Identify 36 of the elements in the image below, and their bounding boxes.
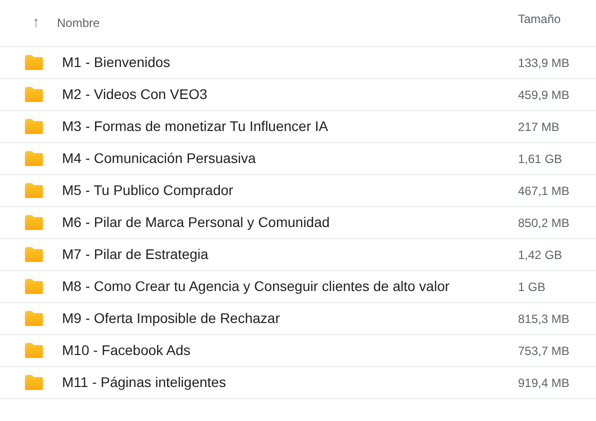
column-header[interactable]: Tamaño bbox=[518, 10, 596, 28]
folder-icon bbox=[25, 247, 43, 262]
folder-icon bbox=[25, 55, 43, 70]
folder-icon bbox=[25, 119, 43, 134]
folder-icon bbox=[25, 183, 43, 198]
folder-icon bbox=[25, 375, 43, 390]
file-size: 217 MB bbox=[518, 118, 560, 136]
folder-icon bbox=[25, 311, 43, 326]
folder-name[interactable]: M2 - Videos Con VEO3 bbox=[62, 84, 518, 105]
file-size: 850,2 MB bbox=[518, 214, 570, 232]
folder-name[interactable]: M3 - Formas de monetizar Tu Influencer IA bbox=[62, 116, 518, 137]
sort-icon[interactable]: ↑ bbox=[24, 12, 48, 34]
folder-icon bbox=[25, 343, 43, 358]
column-header[interactable]: Nombre bbox=[57, 14, 518, 32]
folder-icon bbox=[25, 87, 43, 102]
folder-name[interactable]: M11 - Páginas inteligentes bbox=[62, 372, 518, 393]
folder-icon bbox=[25, 151, 43, 166]
folder-name[interactable]: M7 - Pilar de Estrategia bbox=[62, 244, 518, 265]
file-size: 815,3 MB bbox=[518, 310, 570, 328]
folder-name[interactable]: M10 - Facebook Ads bbox=[62, 340, 518, 361]
folder-name[interactable]: M4 - Comunicación Persuasiva bbox=[62, 148, 518, 169]
file-size: 1 GB bbox=[518, 278, 546, 296]
folder-name[interactable]: M6 - Pilar de Marca Personal y Comunidad bbox=[62, 212, 518, 233]
folder-icon bbox=[25, 279, 43, 294]
file-size: 133,9 MB bbox=[518, 54, 570, 72]
file-size: 459,9 MB bbox=[518, 86, 570, 104]
folder-name[interactable]: M9 - Oferta Imposible de Rechazar bbox=[62, 308, 518, 329]
file-size: 467,1 MB bbox=[518, 182, 570, 200]
file-size: 753,7 MB bbox=[518, 342, 570, 360]
folder-icon bbox=[25, 215, 43, 230]
file-size: 919,4 MB bbox=[518, 374, 570, 392]
folder-name[interactable]: M8 - Como Crear tu Agencia y Conseguir clientes de alto valor bbox=[62, 276, 518, 297]
folder-name[interactable]: M5 - Tu Publico Comprador bbox=[62, 180, 518, 201]
file-size: 1,61 GB bbox=[518, 150, 564, 168]
folder-name[interactable]: M1 - Bienvenidos bbox=[62, 52, 518, 73]
file-size: 1,42 GB bbox=[518, 246, 564, 264]
